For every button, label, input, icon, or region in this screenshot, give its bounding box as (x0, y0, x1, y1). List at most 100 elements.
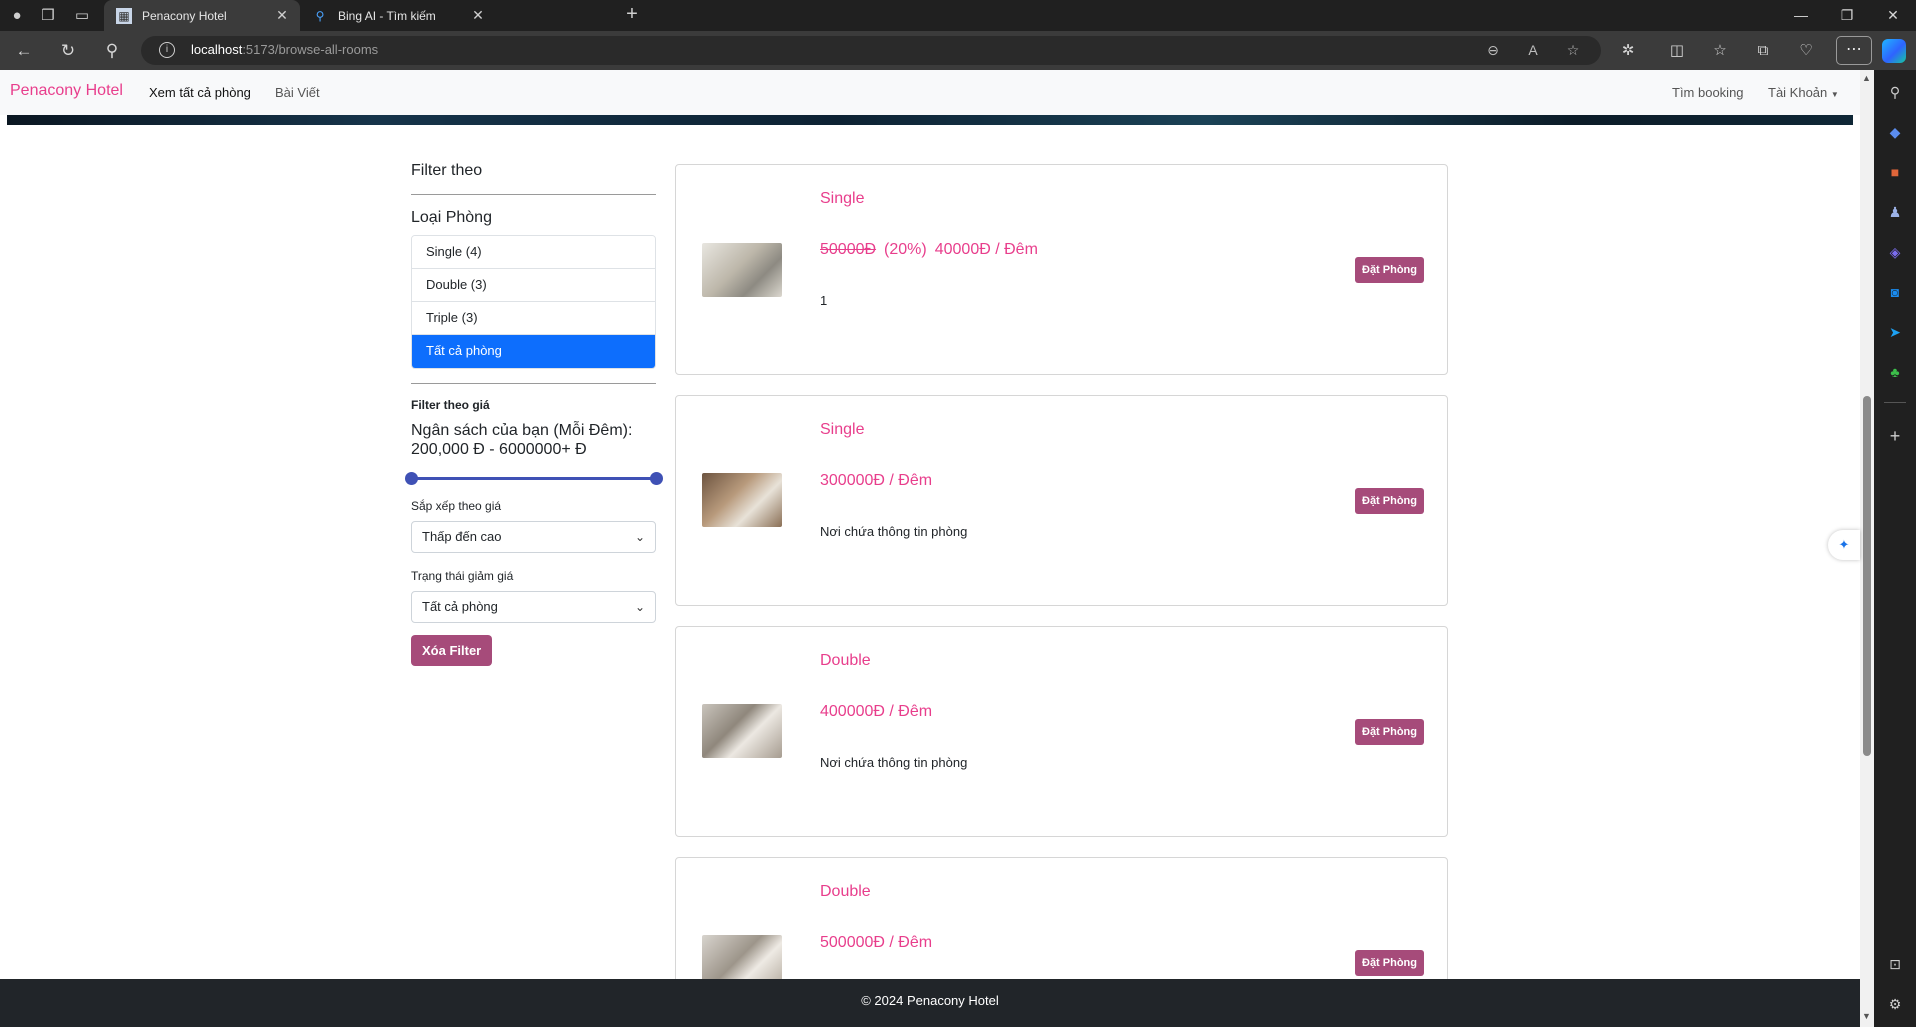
nav-find-booking[interactable]: Tìm booking (1672, 85, 1744, 100)
room-image (702, 473, 782, 527)
book-room-button[interactable]: Đặt Phòng (1355, 488, 1424, 514)
sidebar-settings-icon[interactable]: ⚙ (1883, 992, 1907, 1016)
budget-label-line2: 200,000 Đ - 6000000+ Đ (411, 441, 587, 458)
site-footer: © 2024 Penacony Hotel (0, 979, 1860, 1027)
brand-link[interactable]: Penacony Hotel (10, 82, 123, 100)
room-type-all[interactable]: Tất cả phòng (412, 335, 655, 368)
minimize-button[interactable]: — (1778, 0, 1824, 31)
workspaces-icon[interactable]: ❒ (37, 5, 59, 27)
url-text: localhost:5173/browse-all-rooms (191, 42, 379, 57)
room-image (702, 243, 782, 297)
tab-bar: ● ❒ ▭ ▦ Penacony Hotel ✕ ⚲ Bing AI - Tìm… (0, 0, 1916, 31)
read-aloud-icon[interactable]: A (1523, 40, 1543, 60)
room-type: Double (820, 883, 871, 900)
back-arrow-icon[interactable]: ← (11, 38, 37, 64)
copilot-icon[interactable] (1882, 39, 1906, 63)
room-type-triple[interactable]: Triple (3) (412, 302, 655, 335)
close-window-button[interactable]: ✕ (1870, 0, 1916, 31)
tab-bing-ai[interactable]: ⚲ Bing AI - Tìm kiếm ✕ (300, 0, 496, 31)
address-bar[interactable]: i localhost:5173/browse-all-rooms ⊖ A ☆ (141, 36, 1601, 65)
chevron-down-icon: ⌄ (634, 530, 645, 544)
profile-icon[interactable]: ● (6, 5, 28, 27)
sidebar-add-icon[interactable]: + (1883, 424, 1907, 448)
divider (411, 383, 656, 384)
floating-assistant-icon[interactable]: ✦ (1828, 530, 1860, 560)
room-image (702, 704, 782, 758)
site-info-icon[interactable]: i (159, 42, 175, 58)
sort-select[interactable]: Thấp đến cao ⌄ (411, 521, 656, 553)
room-description: 1 (820, 293, 828, 308)
room-type: Double (820, 652, 871, 669)
close-tab-icon[interactable]: ✕ (274, 7, 290, 24)
divider (411, 194, 656, 195)
scrollbar-thumb[interactable] (1863, 396, 1871, 756)
discount-label: Trạng thái giảm giá (411, 569, 514, 583)
site-navbar: Penacony Hotel Xem tất cả phòng Bài Viết… (0, 70, 1860, 115)
sidebar-search-icon[interactable]: ⚲ (1883, 80, 1907, 104)
restore-button[interactable]: ❐ (1824, 0, 1870, 31)
sidebar-tree-icon[interactable]: ♣ (1883, 360, 1907, 384)
tab-title: Bing AI - Tìm kiếm (338, 8, 436, 23)
sidebar-send-icon[interactable]: ➤ (1883, 320, 1907, 344)
favorite-star-icon[interactable]: ☆ (1563, 40, 1583, 60)
room-price: 500000Đ / Đêm (820, 934, 933, 951)
room-type-single[interactable]: Single (4) (412, 236, 655, 269)
collections-icon[interactable]: ⧉ (1750, 38, 1776, 64)
close-tab-icon[interactable]: ✕ (470, 7, 486, 24)
chevron-down-icon: ⌄ (634, 600, 645, 614)
sidebar-copilot-app-icon[interactable]: ◈ (1883, 240, 1907, 264)
tab-penacony-hotel[interactable]: ▦ Penacony Hotel ✕ (104, 0, 300, 31)
room-type-heading: Loại Phòng (411, 209, 492, 226)
budget-label-line1: Ngân sách của bạn (Mỗi Đêm): (411, 422, 633, 439)
sidebar-shopping-icon[interactable]: ◆ (1883, 120, 1907, 144)
book-room-button[interactable]: Đặt Phòng (1355, 719, 1424, 745)
sidebar-screen-icon[interactable]: ⊡ (1883, 952, 1907, 976)
room-type-list: Single (4) Double (3) Triple (3) Tất cả … (411, 235, 656, 369)
caret-down-icon: ▼ (1830, 90, 1839, 99)
nav-articles[interactable]: Bài Viết (275, 85, 320, 100)
room-type-double[interactable]: Double (3) (412, 269, 655, 302)
slider-max-handle[interactable] (649, 472, 663, 485)
tab-actions-icon[interactable]: ▭ (71, 5, 93, 27)
nav-browse-all-rooms[interactable]: Xem tất cả phòng (149, 85, 251, 100)
more-options-icon[interactable]: ⋯ (1836, 36, 1872, 65)
tab-title: Penacony Hotel (142, 8, 227, 23)
slider-min-handle[interactable] (404, 472, 418, 485)
favorites-icon[interactable]: ☆ (1707, 38, 1733, 64)
discount-select[interactable]: Tất cả phòng ⌄ (411, 591, 656, 623)
sort-label: Sắp xếp theo giá (411, 499, 502, 513)
room-card: Single 50000Đ (20%) 40000Đ / Đêm 1 Đặt Phò… (675, 164, 1448, 375)
edge-sidebar: ⚲ ◆ ■ ♟ ◈ ◙ ➤ ♣ + ⊡ ⚙ (1874, 70, 1916, 1027)
zoom-out-icon[interactable]: ⊖ (1483, 40, 1503, 60)
split-screen-icon[interactable]: ◫ (1664, 38, 1690, 64)
filter-panel: Filter theo Loại Phòng Single (4) Double… (404, 162, 663, 666)
current-price: 40000Đ / Đêm (934, 241, 1038, 258)
nav-account-dropdown[interactable]: Tài Khoản ▼ (1768, 85, 1839, 100)
hero-banner-image (7, 115, 1853, 125)
sidebar-tools-icon[interactable]: ■ (1883, 160, 1907, 184)
scroll-down-arrow-icon[interactable]: ▼ (1862, 1011, 1871, 1021)
sidebar-divider (1884, 402, 1906, 403)
new-tab-button[interactable]: + (620, 3, 644, 27)
room-price: 300000Đ / Đêm (820, 472, 933, 489)
book-room-button[interactable]: Đặt Phòng (1355, 257, 1424, 283)
search-favicon-icon: ⚲ (315, 8, 325, 23)
old-price: 50000Đ (820, 241, 877, 258)
extensions-icon[interactable]: ✲ (1615, 38, 1641, 64)
room-card: Single 300000Đ / Đêm Nơi chứa thông tin … (675, 395, 1448, 606)
room-description: Nơi chứa thông tin phòng (820, 524, 968, 539)
sidebar-outlook-icon[interactable]: ◙ (1883, 280, 1907, 304)
room-price: 400000Đ / Đêm (820, 703, 933, 720)
scroll-up-arrow-icon[interactable]: ▲ (1862, 73, 1871, 83)
clear-filter-button[interactable]: Xóa Filter (411, 635, 493, 666)
slider-track (411, 477, 656, 480)
browser-essentials-icon[interactable]: ♡ (1793, 38, 1819, 64)
refresh-icon[interactable]: ↻ (55, 38, 81, 64)
sidebar-games-icon[interactable]: ♟ (1883, 200, 1907, 224)
book-room-button[interactable]: Đặt Phòng (1355, 950, 1424, 976)
search-icon[interactable]: ⚲ (99, 38, 125, 64)
room-card: Double 400000Đ / Đêm Nơi chứa thông tin … (675, 626, 1448, 837)
price-range-slider[interactable] (404, 471, 663, 485)
address-toolbar: ← ↻ ⚲ i localhost:5173/browse-all-rooms … (0, 31, 1916, 70)
hotel-favicon-icon: ▦ (116, 7, 132, 24)
